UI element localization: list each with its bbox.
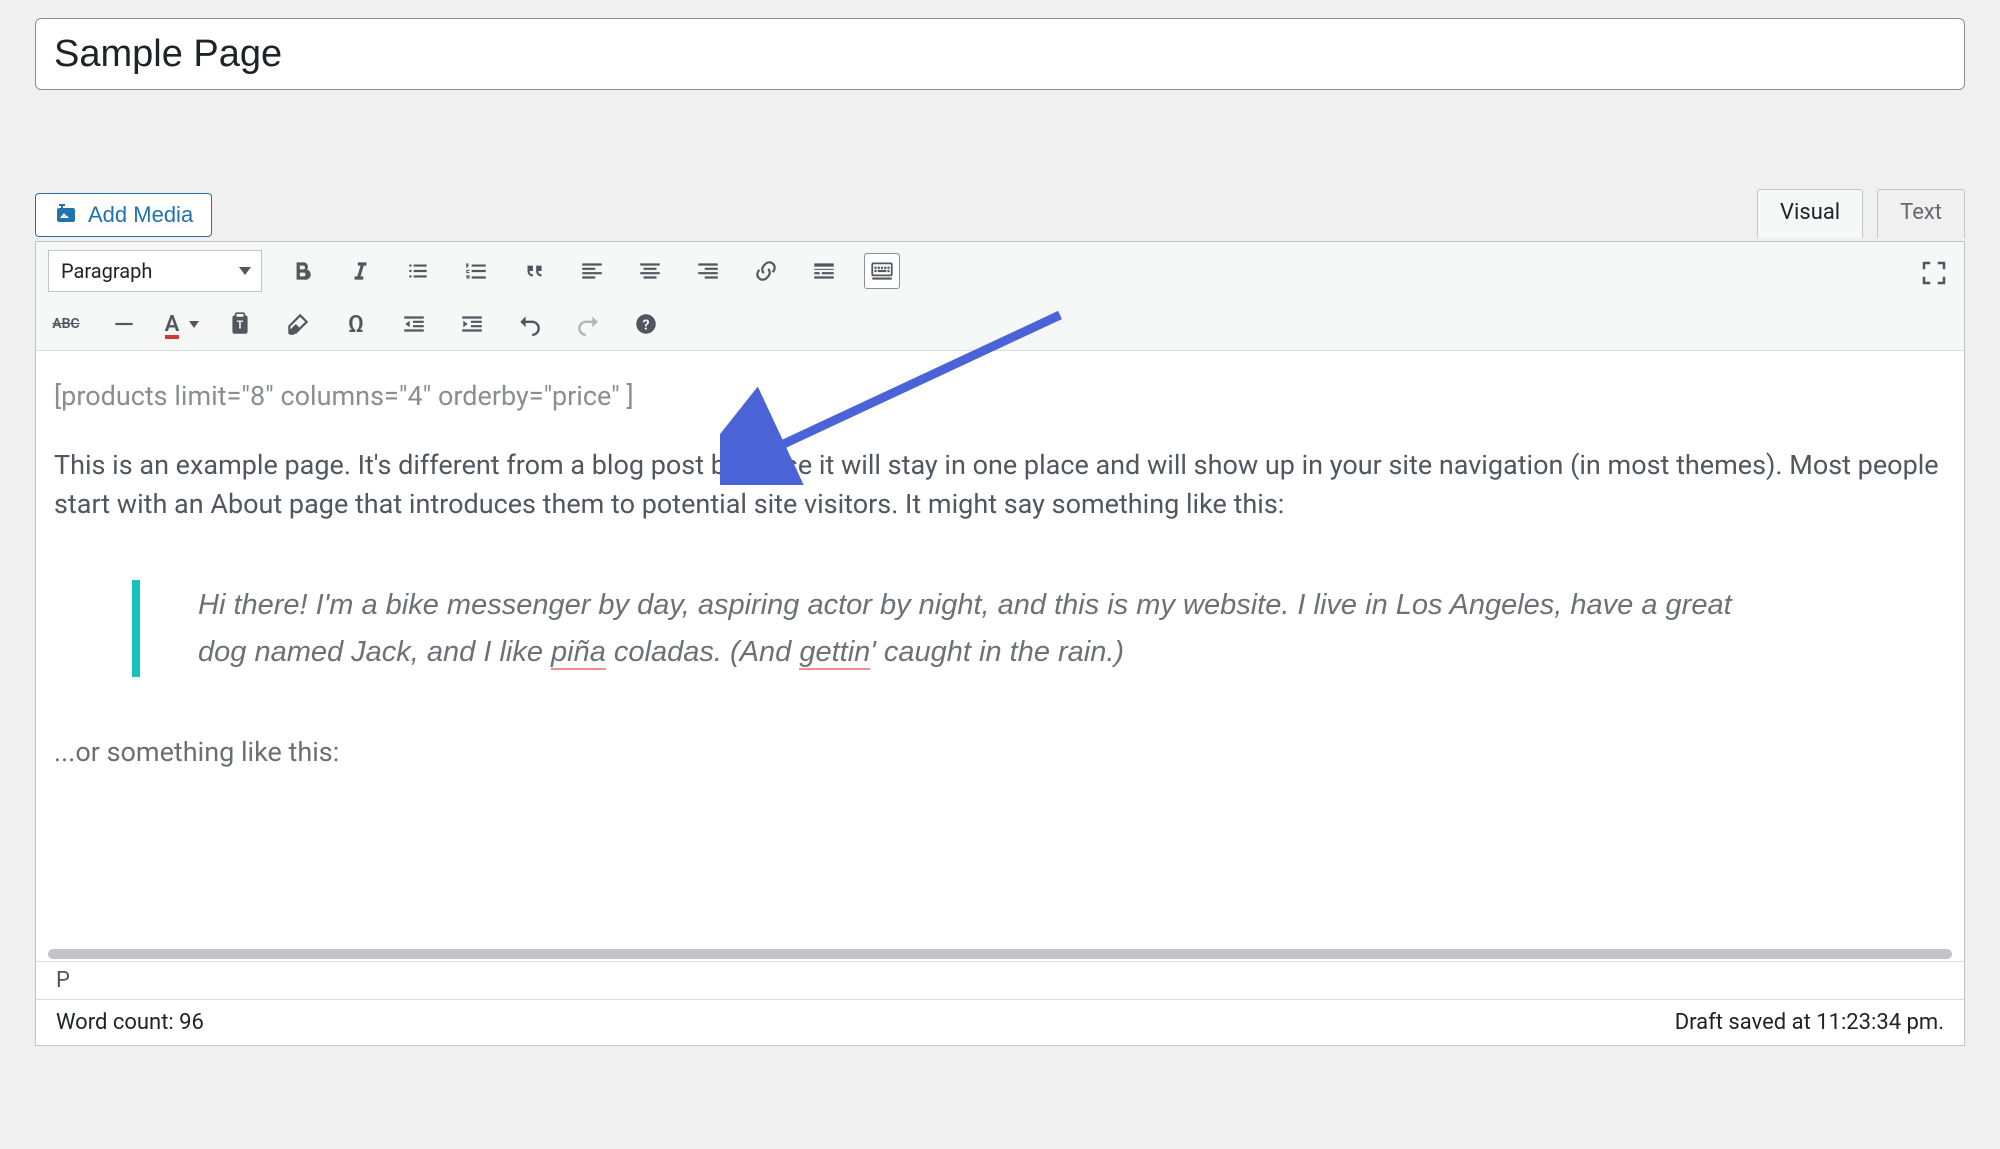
clear-formatting-button[interactable] [280, 306, 316, 342]
svg-text:?: ? [642, 317, 649, 333]
outdent-button[interactable] [396, 306, 432, 342]
chevron-down-icon [239, 267, 251, 275]
page-title-input[interactable] [35, 18, 1965, 90]
element-path[interactable]: P [36, 961, 1964, 999]
omega-icon: Ω [348, 310, 364, 338]
strikethrough-icon: ABC [52, 316, 79, 332]
editor-container: Paragraph [35, 241, 1965, 1046]
tab-text[interactable]: Text [1877, 189, 1965, 238]
spellcheck-word-pina: piña [551, 636, 606, 670]
add-media-button[interactable]: Add Media [35, 193, 212, 237]
special-character-button[interactable]: Ω [338, 306, 374, 342]
strikethrough-button[interactable]: ABC [48, 306, 84, 342]
toolbar-toggle-button[interactable] [864, 253, 900, 289]
draft-saved: Draft saved at 11:23:34 pm. [1675, 1010, 1944, 1035]
numbered-list-button[interactable] [458, 253, 494, 289]
paragraph-outro: ...or something like this: [54, 733, 1946, 772]
redo-button[interactable] [570, 306, 606, 342]
insert-more-button[interactable] [806, 253, 842, 289]
spellcheck-word-gettin: gettin [799, 636, 870, 670]
blockquote: Hi there! I'm a bike messenger by day, a… [132, 580, 1752, 677]
bold-button[interactable] [284, 253, 320, 289]
media-icon [54, 203, 78, 227]
indent-button[interactable] [454, 306, 490, 342]
undo-button[interactable] [512, 306, 548, 342]
add-media-label: Add Media [88, 202, 193, 228]
editor-content[interactable]: [products limit="8" columns="4" orderby=… [36, 351, 1964, 941]
align-left-button[interactable] [574, 253, 610, 289]
chevron-down-icon [189, 321, 199, 328]
tab-visual[interactable]: Visual [1757, 189, 1863, 238]
editor-toolbar: Paragraph [36, 242, 1964, 351]
horizontal-rule-button[interactable] [106, 306, 142, 342]
horizontal-scrollbar[interactable] [48, 949, 1952, 959]
help-button[interactable]: ? [628, 306, 664, 342]
format-selector-label: Paragraph [61, 259, 152, 283]
link-button[interactable] [748, 253, 784, 289]
bullet-list-button[interactable] [400, 253, 436, 289]
align-center-button[interactable] [632, 253, 668, 289]
paste-as-text-button[interactable]: T [222, 306, 258, 342]
word-count: Word count: 96 [56, 1010, 204, 1035]
shortcode-text: [products limit="8" columns="4" orderby=… [54, 377, 1946, 416]
svg-text:T: T [237, 318, 244, 331]
text-color-icon: A [165, 312, 180, 337]
format-selector[interactable]: Paragraph [48, 250, 262, 292]
align-right-button[interactable] [690, 253, 726, 289]
fullscreen-button[interactable] [1916, 255, 1952, 291]
italic-button[interactable] [342, 253, 378, 289]
status-bar: Word count: 96 Draft saved at 11:23:34 p… [36, 999, 1964, 1045]
text-color-button[interactable]: A [164, 306, 200, 342]
paragraph-1: This is an example page. It's different … [54, 446, 1946, 524]
blockquote-button[interactable] [516, 253, 552, 289]
